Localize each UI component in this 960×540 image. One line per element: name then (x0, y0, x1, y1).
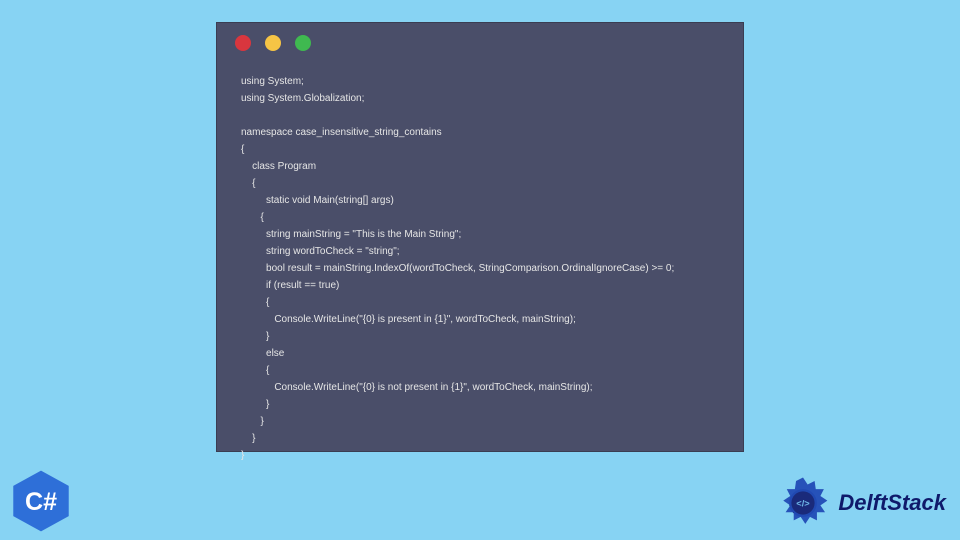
svg-text:</>: </> (797, 498, 811, 508)
maximize-dot-icon (295, 35, 311, 51)
code-window: using System; using System.Globalization… (216, 22, 744, 452)
close-dot-icon (235, 35, 251, 51)
window-titlebar (217, 23, 743, 63)
brand-area: </> DelftStack (774, 474, 946, 532)
csharp-badge-label: C# (25, 488, 57, 516)
brand-name: DelftStack (838, 490, 946, 516)
delftstack-logo-icon: </> (774, 474, 832, 532)
code-block: using System; using System.Globalization… (217, 63, 743, 484)
minimize-dot-icon (265, 35, 281, 51)
csharp-hex-icon: C# (8, 468, 74, 534)
